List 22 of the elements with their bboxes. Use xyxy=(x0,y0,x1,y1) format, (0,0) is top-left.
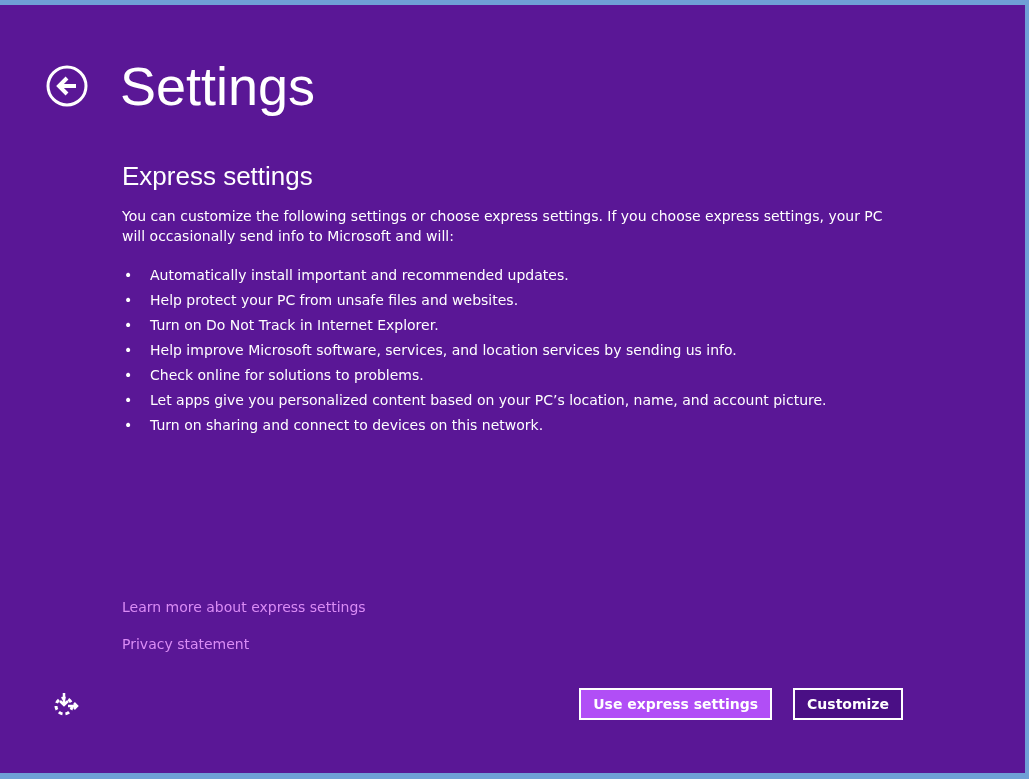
section-heading: Express settings xyxy=(122,161,314,192)
bullet: • xyxy=(123,266,134,285)
bullet: • xyxy=(123,291,134,310)
page-title: Settings xyxy=(120,55,316,118)
list-item-text: Help improve Microsoft software, services, and location services by sending us info. xyxy=(150,341,737,360)
list-item-text: Let apps give you personalized content based on your PC’s location, name, and account picture. xyxy=(150,391,827,410)
list-item-text: Turn on sharing and connect to devices on this network. xyxy=(150,416,544,435)
express-settings-button[interactable]: Use express settings xyxy=(579,688,773,720)
list-item-text: Automatically install important and recommended updates. xyxy=(150,266,569,285)
list-item-text: Turn on Do Not Track in Internet Explorer. xyxy=(150,316,439,335)
bullet: • xyxy=(123,341,134,360)
list-item-text: Help protect your PC from unsafe files and websites. xyxy=(150,291,519,310)
bullet: • xyxy=(123,416,134,435)
bullet: • xyxy=(123,391,134,410)
customize-button[interactable]: Customize xyxy=(793,688,903,720)
bullet: • xyxy=(123,366,134,385)
list-item-text: Check online for solutions to problems. xyxy=(150,366,424,385)
bullet: • xyxy=(123,316,134,335)
link[interactable]: Learn more about express settings xyxy=(122,599,366,615)
ease-of-access-icon[interactable] xyxy=(52,690,80,718)
intro-paragraph: You can customize the following settings or choose express settings. If you choose express settings, your PC will occasionally send info to Microsoft and will: xyxy=(122,207,884,246)
link[interactable]: Privacy statement xyxy=(122,636,250,652)
